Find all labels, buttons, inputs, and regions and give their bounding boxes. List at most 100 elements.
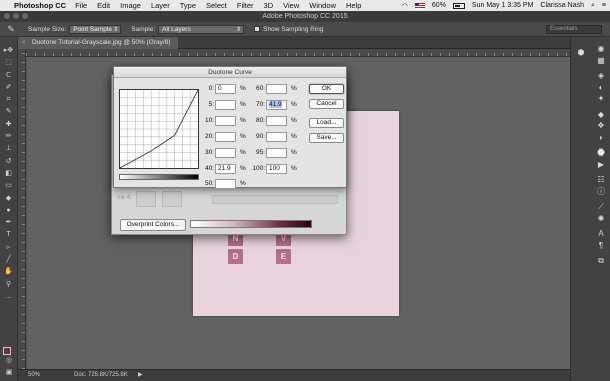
menu-window[interactable]: Window (309, 1, 336, 10)
save-button[interactable]: Save... (309, 133, 344, 143)
channels-panel-icon[interactable]: ❖ (593, 120, 609, 132)
path-selection-tool-icon[interactable]: ▹ (0, 242, 17, 254)
eraser-tool-icon[interactable]: ◧ (0, 168, 17, 180)
menu-filter[interactable]: Filter (237, 1, 254, 10)
show-sampling-ring-checkbox[interactable] (254, 26, 261, 32)
layers-panel-icon[interactable]: ◆ (593, 109, 609, 121)
styles-panel-icon[interactable]: ✦ (593, 93, 609, 105)
curve-field-50[interactable] (215, 179, 236, 189)
marquee-tool-icon[interactable]: ⬚ (0, 57, 17, 69)
close-tab-icon[interactable]: × (22, 37, 26, 49)
sample-layers-select[interactable]: All Layers (158, 24, 245, 34)
properties-panel-icon[interactable]: ☷ (593, 174, 609, 186)
type-tool-icon[interactable]: T (0, 229, 17, 241)
curve-field-0[interactable]: 0 (215, 84, 236, 94)
curve-field-95[interactable] (266, 148, 287, 158)
move-tool-icon[interactable]: ▸✥ (0, 45, 17, 57)
status-menu-arrow-icon[interactable]: ▶ (138, 370, 143, 381)
curve-field-20[interactable] (215, 132, 236, 142)
curve-graph[interactable] (119, 89, 199, 169)
brush-presets-panel-icon[interactable]: ✺ (593, 213, 609, 225)
curve-field-10[interactable] (215, 116, 236, 126)
paragraph-panel-icon[interactable]: ¶ (593, 240, 609, 252)
character-panel-icon[interactable]: A (593, 228, 609, 240)
curve-field-100[interactable]: 100 (266, 164, 287, 174)
crop-tool-icon[interactable]: ⌗ (0, 94, 17, 106)
3d-panel-icon[interactable]: ⬢ (573, 47, 589, 59)
ink4-curve-box[interactable] (136, 191, 156, 207)
gradient-tool-icon[interactable]: ▭ (0, 180, 17, 192)
curve-field-60[interactable] (266, 84, 287, 94)
zoom-level[interactable]: 50% (28, 370, 40, 381)
foreground-color-swatch[interactable] (3, 347, 11, 355)
healing-brush-tool-icon[interactable]: ✚ (0, 119, 17, 131)
cancel-button[interactable]: Cancel (309, 99, 344, 109)
dodge-tool-icon[interactable]: ● (0, 205, 17, 217)
battery-icon[interactable] (452, 2, 465, 9)
menu-file[interactable]: File (75, 1, 87, 10)
quick-mask-icon[interactable]: ◎ (0, 355, 18, 367)
paths-panel-icon[interactable]: ◗ (593, 132, 609, 144)
menu-help[interactable]: Help (346, 1, 361, 10)
eyedropper-tool-preset-icon[interactable]: ✎ (0, 24, 22, 35)
menu-clock[interactable]: Sun May 1 3:35 PM (472, 2, 533, 9)
menu-app-name[interactable]: Photoshop CC (14, 1, 66, 10)
curve-field-70[interactable]: 41.9 (266, 100, 287, 110)
zoom-window-icon[interactable] (22, 13, 28, 19)
glyphs-panel-icon[interactable]: ⧉ (593, 255, 609, 267)
close-window-icon[interactable] (4, 13, 10, 19)
zoom-tool-icon[interactable]: ⚲ (0, 279, 17, 291)
color-panel-icon[interactable]: ◉ (593, 43, 609, 55)
workspace-switcher[interactable]: Essentials (546, 25, 602, 34)
ok-button[interactable]: OK (309, 84, 344, 94)
eyedropper-tool-icon[interactable]: ✎ (0, 106, 17, 118)
spotlight-search-icon[interactable]: ⌕ (591, 2, 595, 10)
adjustments-panel-icon[interactable]: ◐ (593, 82, 609, 94)
screen-mode-icon[interactable]: ▣ (0, 367, 18, 379)
load-button[interactable]: Load... (309, 118, 344, 128)
show-sampling-ring-label: Show Sampling Ring (263, 25, 324, 33)
info-panel-icon[interactable]: ⓘ (593, 186, 609, 198)
vertical-ruler[interactable] (18, 49, 26, 369)
lasso-tool-icon[interactable]: ᑕ (0, 70, 17, 82)
overprint-colors-button[interactable]: Overprint Colors... (120, 219, 186, 231)
menu-edit[interactable]: Edit (97, 1, 110, 10)
swatches-panel-icon[interactable]: ▦ (593, 55, 609, 67)
menu-user[interactable]: Clarissa Nash (540, 2, 584, 9)
curve-field-30[interactable] (215, 148, 236, 158)
line-tool-icon[interactable]: ╱ (0, 254, 17, 266)
libraries-panel-icon[interactable]: ◈ (593, 70, 609, 82)
document-tab[interactable]: × Duotone Tutorial-Grayscale.jpg @ 50% (… (18, 37, 179, 49)
clone-stamp-tool-icon[interactable]: ⊥ (0, 143, 17, 155)
wifi-icon[interactable]: ◠ (402, 2, 408, 10)
history-brush-tool-icon[interactable]: ↺ (0, 156, 17, 168)
pen-tool-icon[interactable]: ✒ (0, 217, 17, 229)
curve-field-80[interactable] (266, 116, 287, 126)
notification-center-icon[interactable]: ≡ (602, 2, 606, 9)
quick-selection-tool-icon[interactable]: ✐ (0, 82, 17, 94)
brush-panel-icon[interactable]: ⟋ (593, 201, 609, 213)
pct-label: % (240, 180, 246, 187)
field-label-5: 5: (208, 101, 214, 108)
ink4-color-box[interactable] (162, 191, 182, 207)
menu-type[interactable]: Type (180, 1, 196, 10)
menu-select[interactable]: Select (206, 1, 227, 10)
history-panel-icon[interactable]: ⌚ (593, 147, 609, 159)
curve-field-90[interactable] (266, 132, 287, 142)
hand-tool-icon[interactable]: ✋ (0, 266, 17, 278)
more-tools-icon[interactable]: … (0, 291, 17, 303)
menu-3d[interactable]: 3D (264, 1, 274, 10)
menu-layer[interactable]: Layer (151, 1, 170, 10)
menu-view[interactable]: View (283, 1, 299, 10)
curve-field-40[interactable]: 21.9 (215, 164, 236, 174)
input-source-flag-icon[interactable] (414, 2, 425, 9)
minimize-window-icon[interactable] (13, 13, 19, 19)
curve-field-5[interactable] (215, 100, 236, 110)
blur-tool-icon[interactable]: ◆ (0, 193, 17, 205)
horizontal-ruler[interactable] (26, 49, 570, 57)
actions-panel-icon[interactable]: ▶ (593, 159, 609, 171)
brush-tool-icon[interactable]: ✏ (0, 131, 17, 143)
sample-size-select[interactable]: Point Sample (69, 24, 122, 34)
ink4-name-field[interactable] (212, 195, 338, 204)
menu-image[interactable]: Image (120, 1, 141, 10)
